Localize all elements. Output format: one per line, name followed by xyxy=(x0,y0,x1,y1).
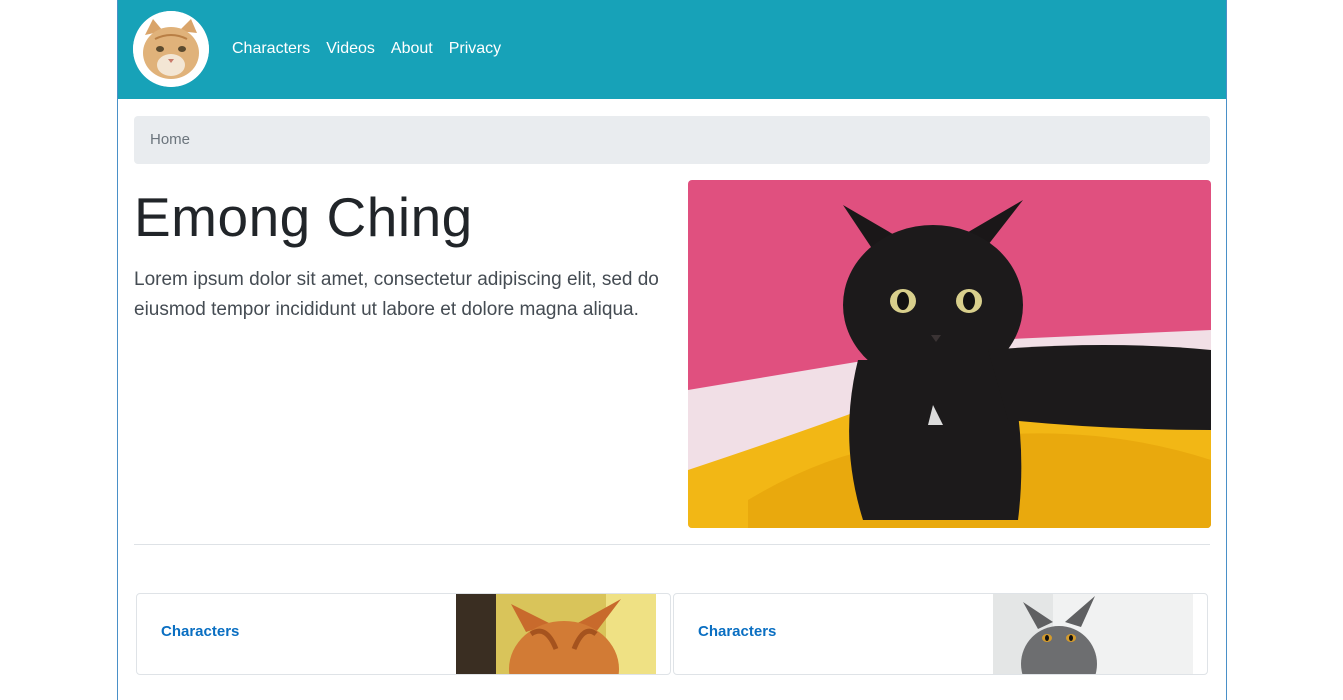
grey-cat-image xyxy=(993,594,1193,674)
nav-links: Characters Videos About Privacy xyxy=(224,38,509,60)
breadcrumb: Home xyxy=(134,116,1210,164)
card-image xyxy=(993,594,1193,674)
section-divider xyxy=(134,544,1210,545)
page-container: Characters Videos About Privacy Home Emo… xyxy=(117,0,1227,700)
nav-link-privacy[interactable]: Privacy xyxy=(441,38,509,60)
card-title-link[interactable]: Characters xyxy=(161,623,239,640)
nav-link-videos[interactable]: Videos xyxy=(318,38,383,60)
card-title-link[interactable]: Characters xyxy=(698,623,776,640)
navbar: Characters Videos About Privacy xyxy=(118,0,1226,99)
logo-cat-avatar[interactable] xyxy=(133,11,209,87)
nav-link-characters[interactable]: Characters xyxy=(224,38,318,60)
hero-description: Lorem ipsum dolor sit amet, consectetur … xyxy=(134,269,659,320)
nav-link-about[interactable]: About xyxy=(383,38,441,60)
character-card[interactable]: Characters xyxy=(673,593,1208,675)
character-card[interactable]: Characters xyxy=(136,593,671,675)
black-cat-image xyxy=(688,180,1211,528)
cat-face-icon xyxy=(133,11,209,87)
hero-image xyxy=(688,180,1211,528)
card-image xyxy=(456,594,656,674)
orange-cat-image xyxy=(456,594,656,674)
page-title: Emong Ching xyxy=(134,186,473,248)
breadcrumb-item-home[interactable]: Home xyxy=(150,131,190,148)
